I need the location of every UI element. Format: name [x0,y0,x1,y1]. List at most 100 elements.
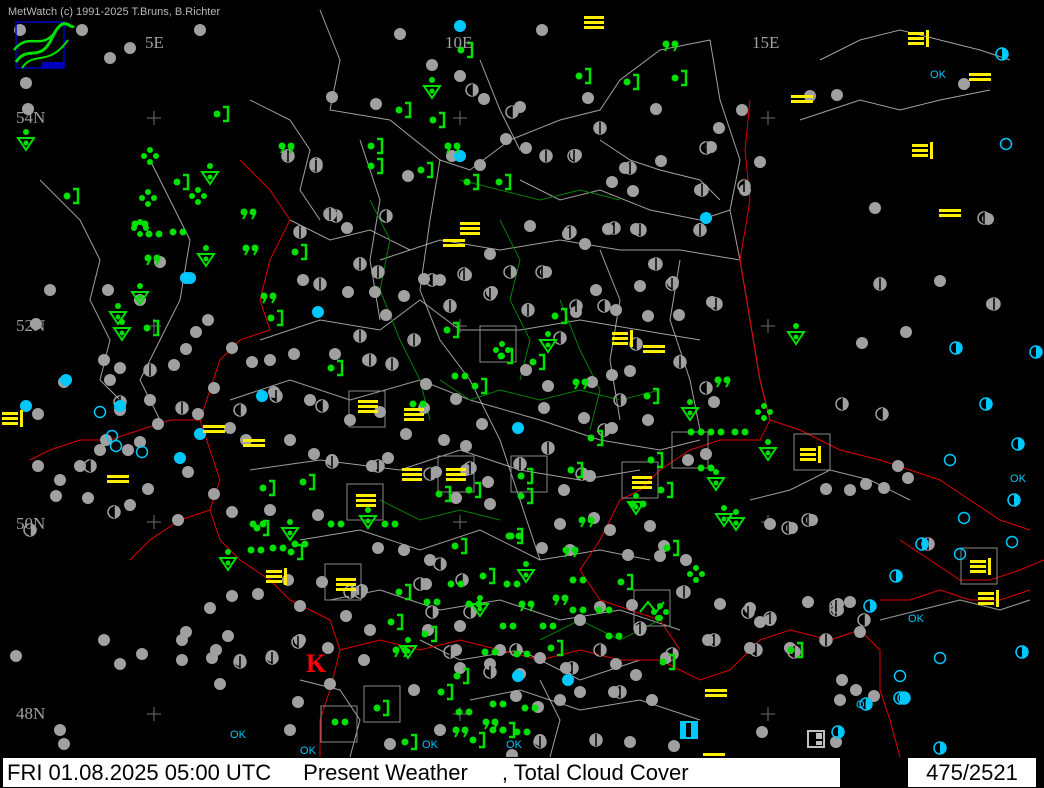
overcast-icon-40 [606,176,618,188]
visibility-square-mark [686,723,691,737]
thunder-recent-icon-16 [551,307,568,325]
overcast-cyan-icon-10 [562,674,574,686]
rain-icon-3 [451,372,469,380]
fog-icon-7 [460,222,480,235]
overcast-icon-5 [124,42,136,54]
overcast-icon-135 [144,394,156,406]
thunder-recent-icon-2 [429,111,446,129]
rain-icon-10 [539,622,557,630]
rain-icon-6 [569,606,587,614]
overcast-icon-123 [264,354,276,366]
station-box-11 [320,705,358,743]
partly-cloudy-cyan-icon-2 [1029,345,1043,359]
overcast-cyan-icon-9 [512,422,524,434]
overcast-icon-152 [312,509,324,521]
rain-icon-23 [269,544,287,552]
overcast-icon-234 [460,440,472,452]
admin-line-24 [879,599,1031,621]
overcast-icon-219 [764,518,776,530]
overcast-icon-63 [341,222,353,234]
overcast-cyan-icon-0 [454,20,466,32]
drizzle-icon-11 [518,600,535,612]
partly-cloudy-cyan-icon-7 [889,569,903,583]
rain-heavy-icon-1 [141,147,159,165]
partly-cloudy-icon-4 [379,209,393,223]
drizzle-icon-3 [242,244,259,256]
overcast-icon-145 [124,499,136,511]
overcast-icon-238 [224,422,236,434]
thunder-recent-icon-9 [63,187,80,205]
overcast-icon-241 [208,382,220,394]
overcast-icon-81 [634,280,646,292]
overcast-icon-119 [308,448,320,460]
overcast-icon-198 [554,694,566,706]
partly-cloudy-icon-22 [875,407,889,421]
overcast-icon-132 [114,362,126,374]
thunder-recent-icon-18 [529,353,546,371]
shower-icon-17 [516,561,536,584]
metwatch-logo-icon [13,21,76,69]
overcast-icon-84 [610,304,622,316]
overcast-icon-147 [182,466,194,478]
overcast-icon-228 [644,520,656,532]
weather-map-window: OK OK OK OK OK OK OK OK K MetWatch (c) 1991-2025… [0,0,1044,788]
admin-line-4 [229,379,701,451]
rain-icon-21 [327,520,345,528]
partly-cloudy-icon-60 [483,287,497,301]
overcast-icon-240 [192,408,204,420]
sky-obscured-icon [807,730,825,748]
thunder-recent-icon-12 [267,309,284,327]
overcast-cyan-icon-5 [174,452,186,464]
overcast-icon-269 [854,626,866,638]
thunder-recent-icon-48 [617,573,634,591]
ok-label-3: OK [230,729,247,741]
overcast-icon-129 [180,343,192,355]
thunder-recent-icon-27 [465,481,482,499]
drizzle-icon-14 [482,718,499,730]
mist-icon-0 [969,73,991,81]
overcast-icon-1 [20,77,32,89]
overcast-icon-262 [624,736,636,748]
overcast-icon-175 [206,652,218,664]
overcast-icon-8 [370,98,382,110]
overcast-icon-242 [98,354,110,366]
overcast-icon-188 [646,694,658,706]
admin-line-19 [139,159,191,421]
rain-icon-7 [605,632,623,640]
overcast-icon-163 [364,624,376,636]
partly-cloudy-icon-32 [315,399,329,413]
drizzle-icon-13 [452,726,469,738]
overcast-icon-170 [226,590,238,602]
fog-thickening-icon-0 [908,30,929,47]
ok-label-7: OK [856,699,873,711]
overcast-icon-48 [673,309,685,321]
thunder-recent-icon-44 [401,733,418,751]
overcast-icon-205 [626,599,638,611]
partly-cloudy-icon-98 [443,645,457,659]
status-overlay: , Total Cloud Cover [501,760,689,785]
rain-heavy-icon-6 [493,341,511,359]
admin-line-22 [799,89,991,121]
overcast-cyan-icon-4 [194,428,206,440]
overcast-icon-162 [340,610,352,622]
overcast-icon-125 [246,356,258,368]
overcast-icon-12 [478,93,490,105]
overcast-icon-203 [574,614,586,626]
overcast-icon-83 [642,310,654,322]
overcast-icon-6 [194,24,206,36]
overcast-icon-122 [288,348,300,360]
overcast-icon-196 [510,690,522,702]
clear-icon-5 [943,453,957,467]
overcast-icon-267 [850,684,862,696]
drizzle-icon-12 [552,594,569,606]
overcast-icon-112 [484,498,496,510]
overcast-icon-266 [836,674,848,686]
rain-heavy-icon-0 [139,189,157,207]
thunder-recent-icon-24 [567,461,584,479]
partly-cloudy-cyan-icon-6 [915,537,929,551]
grid-cross-7 [453,515,467,529]
overcast-icon-41 [627,185,639,197]
overcast-icon-67 [297,274,309,286]
overcast-icon-30 [934,275,946,287]
overcast-icon-104 [482,476,494,488]
